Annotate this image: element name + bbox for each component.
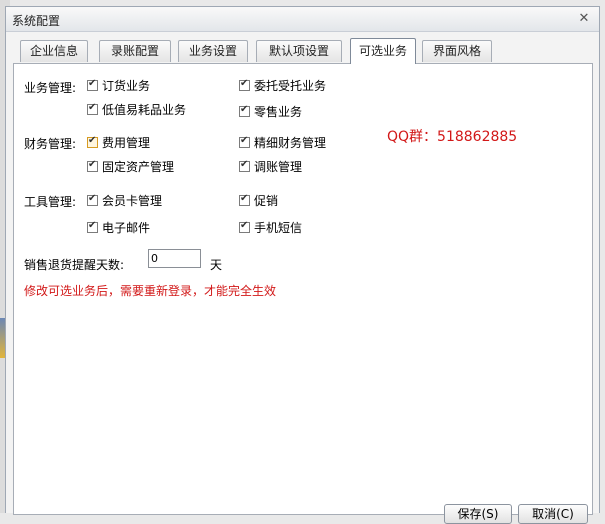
- checkbox-checked-icon[interactable]: [87, 193, 98, 206]
- return-days-unit: 天: [210, 258, 223, 272]
- return-days-input[interactable]: [148, 249, 201, 268]
- dialog-titlebar[interactable]: 系统配置 ✕: [6, 7, 599, 32]
- checkbox-consignment-business[interactable]: 委托受托业务: [239, 77, 326, 94]
- tab-ui-style[interactable]: 界面风格: [422, 40, 492, 62]
- dialog-title: 系统配置: [12, 14, 61, 28]
- close-icon[interactable]: ✕: [577, 12, 591, 26]
- checkbox-checked-icon[interactable]: [239, 135, 250, 148]
- tab-optional-business[interactable]: 可选业务: [350, 38, 416, 64]
- tools-group-label: 工具管理:: [24, 195, 77, 209]
- checkbox-promotion[interactable]: 促销: [239, 192, 278, 209]
- checkbox-checked-icon[interactable]: [239, 159, 250, 172]
- checkbox-checked-icon[interactable]: [239, 104, 250, 117]
- cancel-button[interactable]: 取消(C): [518, 504, 588, 524]
- checkbox-order-business[interactable]: 订货业务: [87, 77, 150, 94]
- checkbox-retail-business[interactable]: 零售业务: [239, 103, 302, 120]
- checkbox-low-value-consumables[interactable]: 低值易耗品业务: [87, 101, 186, 118]
- checkbox-account-adjustment[interactable]: 调账管理: [239, 158, 302, 175]
- checkbox-email[interactable]: 电子邮件: [87, 219, 150, 236]
- checkbox-expense-management[interactable]: 费用管理: [87, 134, 150, 151]
- checkbox-checked-icon[interactable]: [239, 220, 250, 233]
- return-days-label: 销售退货提醒天数:: [24, 258, 125, 272]
- save-button[interactable]: 保存(S): [444, 504, 512, 524]
- checkbox-checked-icon[interactable]: [87, 78, 98, 91]
- relogin-warning: 修改可选业务后，需要重新登录，才能完全生效: [24, 284, 277, 298]
- tab-default-settings[interactable]: 默认项设置: [256, 40, 342, 62]
- checkbox-fixed-assets[interactable]: 固定资产管理: [87, 158, 174, 175]
- checkbox-sms[interactable]: 手机短信: [239, 219, 302, 236]
- finance-group-label: 财务管理:: [24, 137, 77, 151]
- checkbox-checked-icon[interactable]: [87, 220, 98, 233]
- blank-area: [362, 206, 512, 242]
- qq-group-text: QQ群：518862885: [387, 129, 518, 145]
- tab-business-settings[interactable]: 业务设置: [178, 40, 248, 62]
- business-group-label: 业务管理:: [24, 81, 77, 95]
- checkbox-checked-icon[interactable]: [87, 135, 98, 148]
- checkbox-checked-icon[interactable]: [87, 159, 98, 172]
- checkbox-member-card[interactable]: 会员卡管理: [87, 192, 162, 209]
- checkbox-checked-icon[interactable]: [239, 193, 250, 206]
- checkbox-fine-finance[interactable]: 精细财务管理: [239, 134, 326, 151]
- checkbox-checked-icon[interactable]: [239, 78, 250, 91]
- tab-entry-config[interactable]: 录账配置: [99, 40, 171, 62]
- checkbox-checked-icon[interactable]: [87, 102, 98, 115]
- tab-company-info[interactable]: 企业信息: [20, 40, 88, 62]
